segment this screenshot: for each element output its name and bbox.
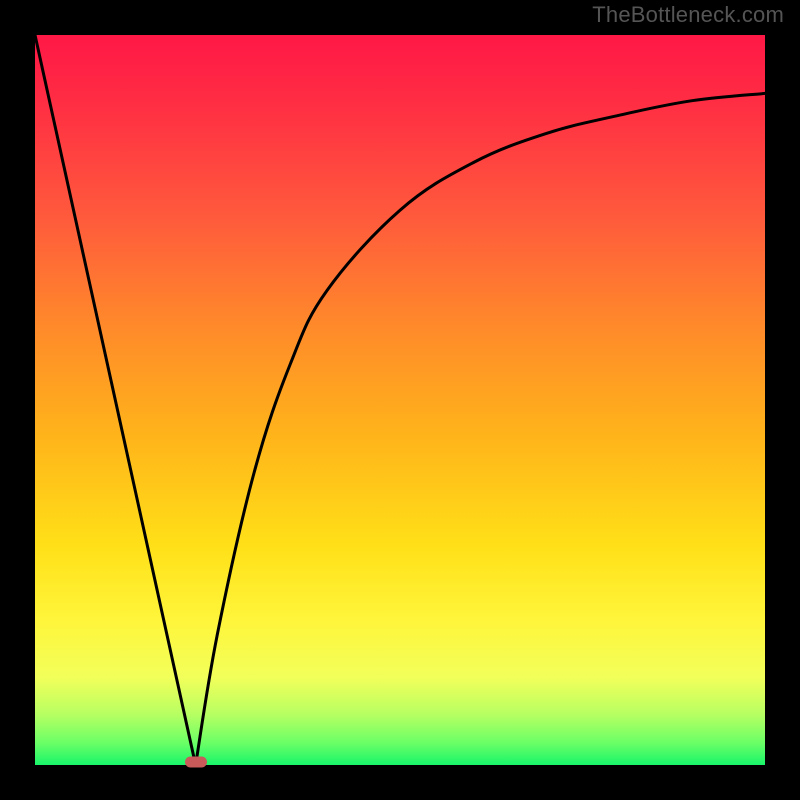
chart-frame: TheBottleneck.com [0,0,800,800]
watermark-text: TheBottleneck.com [592,2,784,28]
bottleneck-curve [35,35,765,765]
plot-area [35,35,765,765]
optimal-point-marker [185,757,207,768]
